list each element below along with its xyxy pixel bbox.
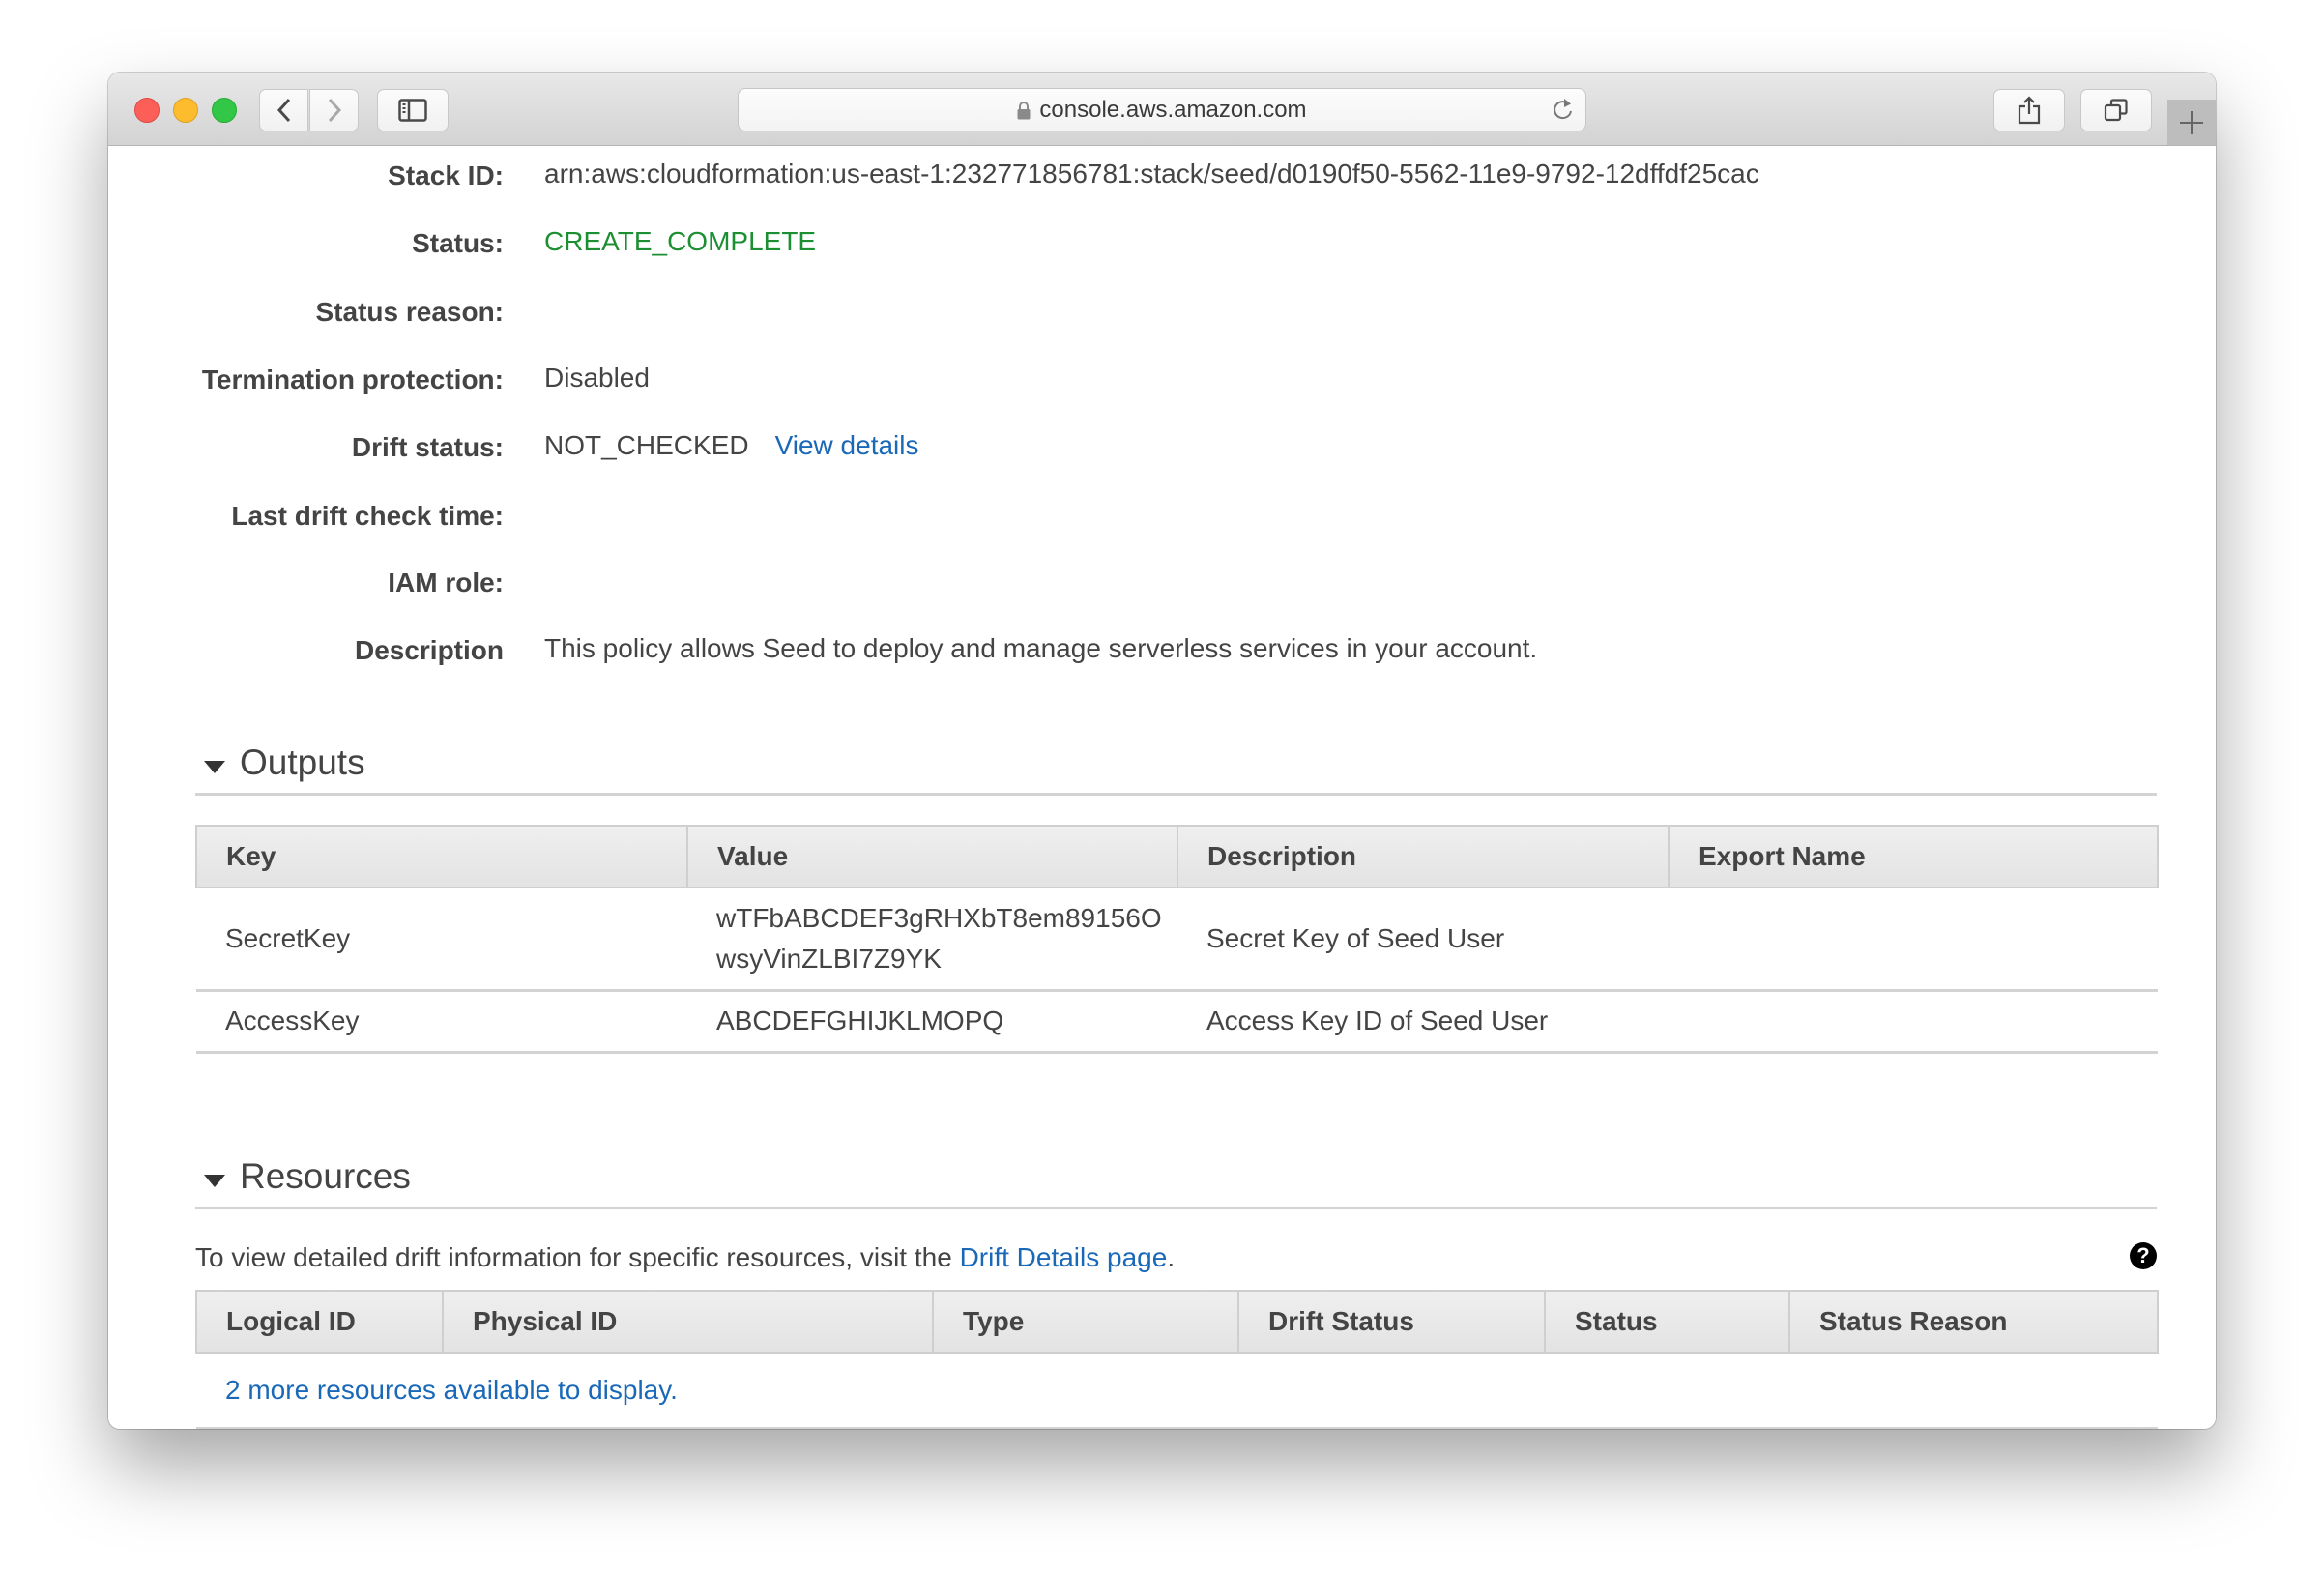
share-icon: [2018, 96, 2041, 125]
outputs-section-header[interactable]: Outputs: [195, 738, 2157, 796]
resources-table: Logical ID Physical ID Type Drift Status…: [195, 1290, 2159, 1429]
column-header-logical-id[interactable]: Logical ID: [195, 1290, 444, 1354]
detail-row-termination-protection: Termination protection: Disabled: [108, 361, 2216, 399]
detail-label: Description: [354, 635, 504, 665]
chevron-left-icon: [276, 98, 290, 123]
more-resources-row: 2 more resources available to display.: [196, 1353, 2158, 1429]
plus-icon: [2180, 110, 2203, 134]
column-header-value[interactable]: Value: [686, 825, 1178, 888]
table-row: AccessKey ABCDEFGHIJKLMOPQ Access Key ID…: [196, 990, 2158, 1054]
show-tabs-button[interactable]: [2080, 89, 2152, 131]
table-row: SecretKey wTFbABCDEF3gRHXbT8em89156O wsyV…: [196, 888, 2158, 992]
tabs-overview-icon: [2104, 99, 2128, 122]
more-resources-link[interactable]: 2 more resources available to display.: [225, 1375, 678, 1405]
browser-toolbar: console.aws.amazon.com: [108, 73, 2216, 146]
collapse-triangle-icon[interactable]: [204, 761, 225, 773]
output-key: AccessKey: [196, 990, 687, 1054]
output-description: Access Key ID of Seed User: [1177, 990, 1669, 1054]
output-key: SecretKey: [196, 888, 687, 992]
zoom-window-button[interactable]: [212, 98, 237, 123]
forward-button[interactable]: [309, 89, 359, 131]
detail-label: Status:: [412, 228, 504, 258]
close-window-button[interactable]: [134, 98, 160, 123]
description-value: This policy allows Seed to deploy and ma…: [544, 633, 1538, 663]
url-text: console.aws.amazon.com: [1039, 96, 1307, 123]
output-description: Secret Key of Seed User: [1177, 888, 1669, 992]
column-header-status[interactable]: Status: [1544, 1290, 1790, 1354]
sidebar-icon: [398, 99, 427, 122]
detail-label: IAM role:: [388, 568, 504, 597]
collapse-triangle-icon[interactable]: [204, 1175, 225, 1187]
termination-protection-value: Disabled: [544, 363, 650, 393]
output-value: wTFbABCDEF3gRHXbT8em89156O wsyVinZLBI7Z9Y…: [687, 888, 1177, 992]
detail-label: Last drift check time:: [231, 501, 504, 531]
output-value-line: wsyVinZLBI7Z9YK: [716, 943, 942, 974]
column-header-type[interactable]: Type: [932, 1290, 1239, 1354]
drift-status-value: NOT_CHECKED: [544, 430, 749, 460]
reload-icon[interactable]: [1551, 97, 1576, 124]
column-header-export-name[interactable]: Export Name: [1668, 825, 2159, 888]
drift-status-value-group: NOT_CHECKED View details: [544, 426, 919, 465]
outputs-title: Outputs: [240, 742, 365, 782]
help-icon[interactable]: ?: [2130, 1242, 2157, 1269]
chevron-right-icon: [328, 98, 341, 123]
drift-info-prefix: To view detailed drift information for s…: [195, 1242, 960, 1272]
resources-header-row: Logical ID Physical ID Type Drift Status…: [195, 1290, 2159, 1354]
column-header-description[interactable]: Description: [1177, 825, 1670, 888]
drift-info-text: To view detailed drift information for s…: [195, 1238, 1175, 1277]
detail-label: Termination protection:: [201, 364, 504, 394]
detail-row-status-reason: Status reason:: [108, 293, 2216, 332]
column-header-key[interactable]: Key: [195, 825, 688, 888]
address-bar[interactable]: console.aws.amazon.com: [738, 88, 1586, 131]
drift-details-link[interactable]: Drift Details page: [960, 1242, 1168, 1272]
output-value-line: wTFbABCDEF3gRHXbT8em89156O: [716, 902, 1162, 933]
detail-row-status: Status: CREATE_COMPLETE: [108, 224, 2216, 263]
outputs-table: Key Value Description Export Name Secret…: [195, 825, 2159, 1054]
detail-label: Stack ID:: [388, 160, 504, 190]
new-tab-button[interactable]: [2167, 100, 2216, 145]
drift-info-suffix: .: [1167, 1242, 1176, 1272]
resources-section-header[interactable]: Resources: [195, 1151, 2157, 1209]
output-export-name: [1669, 888, 2158, 992]
page-content: Stack ID: arn:aws:cloudformation:us-east…: [108, 146, 2216, 1429]
outputs-header-row: Key Value Description Export Name: [195, 825, 2159, 888]
detail-row-drift-status: Drift status: NOT_CHECKED View details: [108, 428, 2216, 467]
view-details-link[interactable]: View details: [775, 430, 919, 460]
detail-row-last-drift-check: Last drift check time:: [108, 497, 2216, 536]
back-button[interactable]: [259, 89, 308, 131]
output-export-name: [1669, 990, 2158, 1054]
stack-id-value: arn:aws:cloudformation:us-east-1:2327718…: [544, 159, 1759, 189]
column-header-drift-status[interactable]: Drift Status: [1237, 1290, 1546, 1354]
detail-row-stack-id: Stack ID: arn:aws:cloudformation:us-east…: [108, 157, 2216, 195]
status-value: CREATE_COMPLETE: [544, 226, 817, 256]
detail-row-iam-role: IAM role:: [108, 564, 2216, 602]
minimize-window-button[interactable]: [173, 98, 198, 123]
share-button[interactable]: [1993, 89, 2065, 131]
output-value: ABCDEFGHIJKLMOPQ: [687, 990, 1177, 1054]
detail-label: Status reason:: [315, 297, 505, 327]
resources-title: Resources: [240, 1156, 411, 1196]
column-header-physical-id[interactable]: Physical ID: [442, 1290, 934, 1354]
browser-window: console.aws.amazon.com Stack ID: arn:aws…: [108, 73, 2216, 1429]
detail-row-description: Description This policy allows Seed to d…: [108, 631, 2216, 670]
lock-icon: [1017, 101, 1031, 119]
detail-label: Drift status:: [351, 432, 504, 462]
sidebar-toggle-button[interactable]: [377, 89, 449, 131]
column-header-status-reason[interactable]: Status Reason: [1788, 1290, 2159, 1354]
